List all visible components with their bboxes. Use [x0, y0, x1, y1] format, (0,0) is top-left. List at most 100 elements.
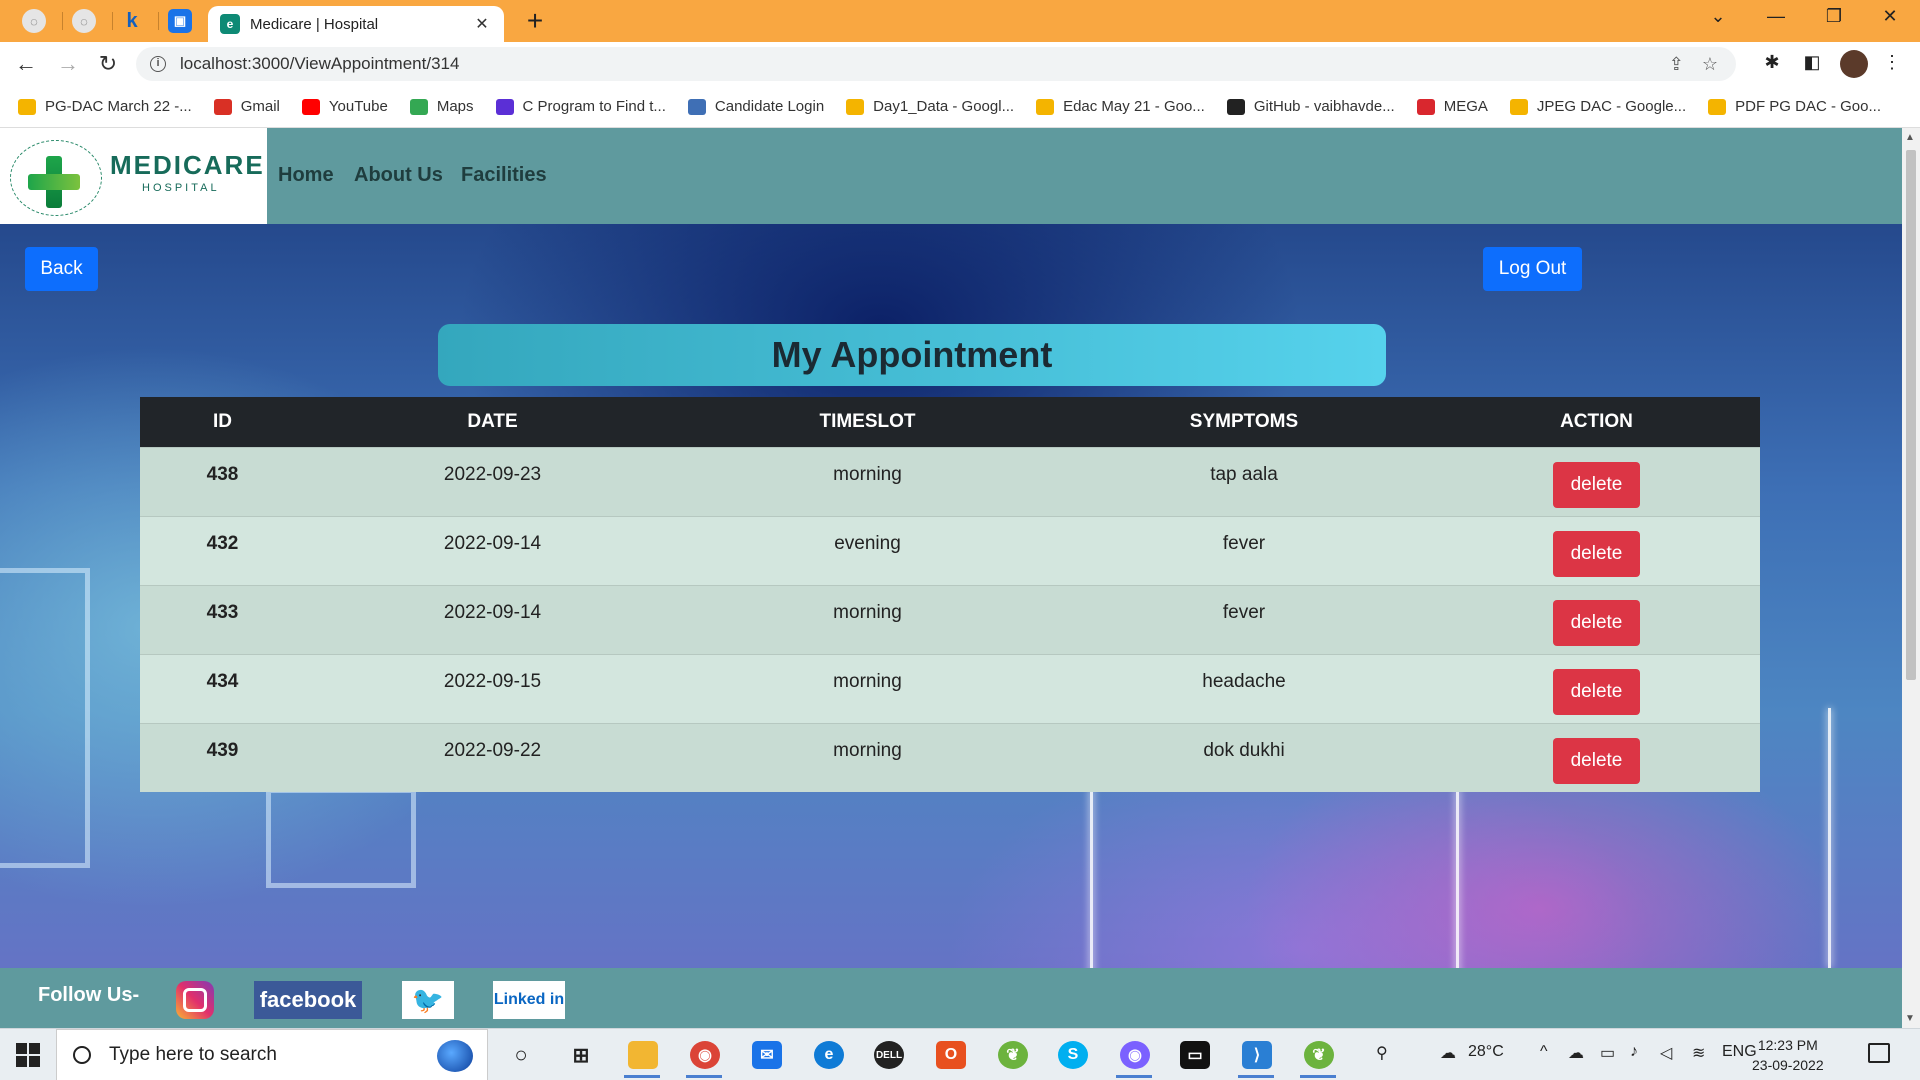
cell-timeslot: evening [680, 515, 1055, 585]
close-window-button[interactable]: ✕ [1870, 6, 1910, 27]
column-header-symptoms: SYMPTOMS [1189, 410, 1299, 432]
file-explorer-icon[interactable] [628, 1041, 658, 1069]
back-arrow-icon[interactable]: ← [12, 50, 40, 78]
temperature-text[interactable]: 28°C [1468, 1043, 1504, 1061]
bookmark-item[interactable]: Gmail [213, 98, 280, 115]
dell-icon[interactable]: DELL [874, 1041, 904, 1069]
wifi-icon[interactable]: ≋ [1692, 1043, 1705, 1063]
nav-about-us[interactable]: About Us [354, 164, 443, 187]
bookmark-item[interactable]: PG-DAC March 22 -... [18, 98, 192, 115]
nav-facilities[interactable]: Facilities [461, 164, 547, 187]
table-row: 433 2022-09-14 morning fever delete [140, 584, 1760, 654]
restore-button[interactable]: ❐ [1814, 6, 1854, 27]
cell-date: 2022-09-23 [305, 446, 680, 516]
extensions-puzzle-icon[interactable]: ✱ [1760, 52, 1784, 76]
share-icon[interactable]: ⇪ [1669, 54, 1684, 75]
spring-boot-icon[interactable]: ❦ [1304, 1041, 1334, 1069]
bookmark-label: YouTube [328, 98, 388, 115]
forward-arrow-icon[interactable]: → [54, 50, 82, 78]
cell-date: 2022-09-22 [305, 722, 680, 792]
system-clock[interactable]: 12:23 PM 23-09-2022 [1752, 1035, 1824, 1075]
cell-symptoms: tap aala [1055, 446, 1433, 516]
windows-start-icon[interactable] [16, 1043, 40, 1067]
show-hidden-icons-icon[interactable]: ^ [1540, 1043, 1548, 1061]
onedrive-icon[interactable]: ☁ [1568, 1043, 1584, 1063]
mail-icon[interactable]: ✉ [752, 1041, 782, 1069]
bookmark-item[interactable]: Edac May 21 - Goo... [1036, 98, 1205, 115]
tab-favicon-1[interactable]: ◌ [22, 9, 46, 33]
browser-menu-icon[interactable]: ⋮ [1880, 52, 1904, 76]
microphone-icon[interactable]: ♪ [1630, 1043, 1638, 1061]
notifications-icon[interactable] [1868, 1043, 1890, 1063]
cell-symptoms: dok dukhi [1055, 722, 1433, 792]
site-logo[interactable]: MEDICARE HOSPITAL [0, 128, 267, 224]
bookmark-item[interactable]: GitHub - vaibhavde... [1226, 98, 1395, 115]
taskbar-search-box[interactable]: Type here to search [56, 1029, 488, 1080]
column-header-action: ACTION [1560, 410, 1633, 432]
profile-avatar[interactable] [1840, 50, 1868, 78]
bookmark-label: C Program to Find t... [522, 98, 666, 115]
google-drive-icon [1708, 98, 1727, 115]
bookmark-item[interactable]: MEGA [1416, 98, 1488, 115]
scroll-up-icon[interactable]: ▲ [1905, 132, 1915, 143]
cortana-icon[interactable]: ○ [506, 1041, 536, 1069]
task-view-icon[interactable]: ⊞ [566, 1041, 596, 1069]
column-header-id: ID [213, 410, 232, 432]
new-tab-button[interactable]: + [522, 5, 548, 37]
spring-tool-icon[interactable]: ❦ [998, 1041, 1028, 1069]
vscode-icon[interactable]: ⟩ [1242, 1041, 1272, 1069]
scrollbar-thumb[interactable] [1906, 150, 1916, 680]
tab-search-icon[interactable]: ⌄ [1698, 6, 1738, 27]
back-button[interactable]: Back [25, 247, 98, 291]
youtube-icon [301, 98, 320, 115]
site-info-icon[interactable]: i [150, 56, 166, 72]
omnibox[interactable]: i localhost:3000/ViewAppointment/314 ⇪ ☆ [136, 47, 1736, 81]
tab-favicon-4[interactable]: ▣ [168, 9, 192, 33]
close-tab-icon[interactable]: ✕ [472, 14, 492, 34]
delete-button[interactable]: delete [1553, 599, 1640, 646]
bookmark-item[interactable]: Maps [409, 98, 474, 115]
skype-icon[interactable]: S [1058, 1041, 1088, 1069]
bookmark-item[interactable]: PDF PG DAC - Goo... [1708, 98, 1881, 115]
bookmark-item[interactable]: Day1_Data - Googl... [846, 98, 1014, 115]
office-icon[interactable]: O [936, 1041, 966, 1069]
linkedin-icon[interactable]: Linked in [493, 981, 565, 1019]
bookmark-star-icon[interactable]: ☆ [1702, 54, 1718, 75]
background-cross-shape [0, 568, 90, 868]
facebook-icon[interactable]: facebook [254, 981, 362, 1019]
delete-button[interactable]: delete [1553, 461, 1640, 508]
weather-icon[interactable]: ☁ [1440, 1043, 1456, 1063]
delete-button[interactable]: delete [1553, 530, 1640, 577]
bookmark-item[interactable]: YouTube [301, 98, 388, 115]
chrome-profile-icon[interactable]: ◉ [1120, 1041, 1150, 1069]
edge-icon[interactable]: e [814, 1041, 844, 1069]
url-text[interactable]: localhost:3000/ViewAppointment/314 [180, 54, 1669, 74]
delete-button[interactable]: delete [1553, 737, 1640, 784]
github-icon [1226, 98, 1245, 115]
cell-id: 433 [140, 584, 305, 654]
bookmark-item[interactable]: C Program to Find t... [495, 98, 666, 115]
nav-home[interactable]: Home [278, 164, 334, 187]
delete-button[interactable]: delete [1553, 668, 1640, 715]
cell-symptoms: fever [1055, 584, 1433, 654]
bookmark-item[interactable]: Candidate Login [687, 98, 824, 115]
bookmark-item[interactable]: JPEG DAC - Google... [1509, 98, 1686, 115]
instagram-icon[interactable] [176, 981, 214, 1019]
minimize-button[interactable]: — [1756, 6, 1796, 27]
twitter-icon[interactable]: 🐦 [402, 981, 454, 1019]
scroll-down-icon[interactable]: ▼ [1905, 1013, 1915, 1024]
cell-id: 432 [140, 515, 305, 585]
chrome-icon[interactable]: ◉ [690, 1041, 720, 1069]
active-tab[interactable]: e Medicare | Hospital ✕ [208, 6, 504, 42]
page-scrollbar[interactable]: ▲ ▼ [1902, 128, 1920, 1028]
battery-icon[interactable]: ▭ [1600, 1043, 1615, 1063]
tab-favicon-2[interactable]: ◌ [72, 9, 96, 33]
logout-button[interactable]: Log Out [1483, 247, 1582, 291]
tab-favicon-3[interactable]: k [120, 9, 144, 33]
reload-icon[interactable]: ↻ [94, 50, 122, 78]
people-icon[interactable]: ⚲ [1376, 1043, 1388, 1063]
cell-timeslot: morning [680, 722, 1055, 792]
terminal-icon[interactable]: ▭ [1180, 1041, 1210, 1069]
volume-icon[interactable]: ◁ [1660, 1043, 1672, 1063]
side-panel-icon[interactable]: ◧ [1800, 52, 1824, 76]
